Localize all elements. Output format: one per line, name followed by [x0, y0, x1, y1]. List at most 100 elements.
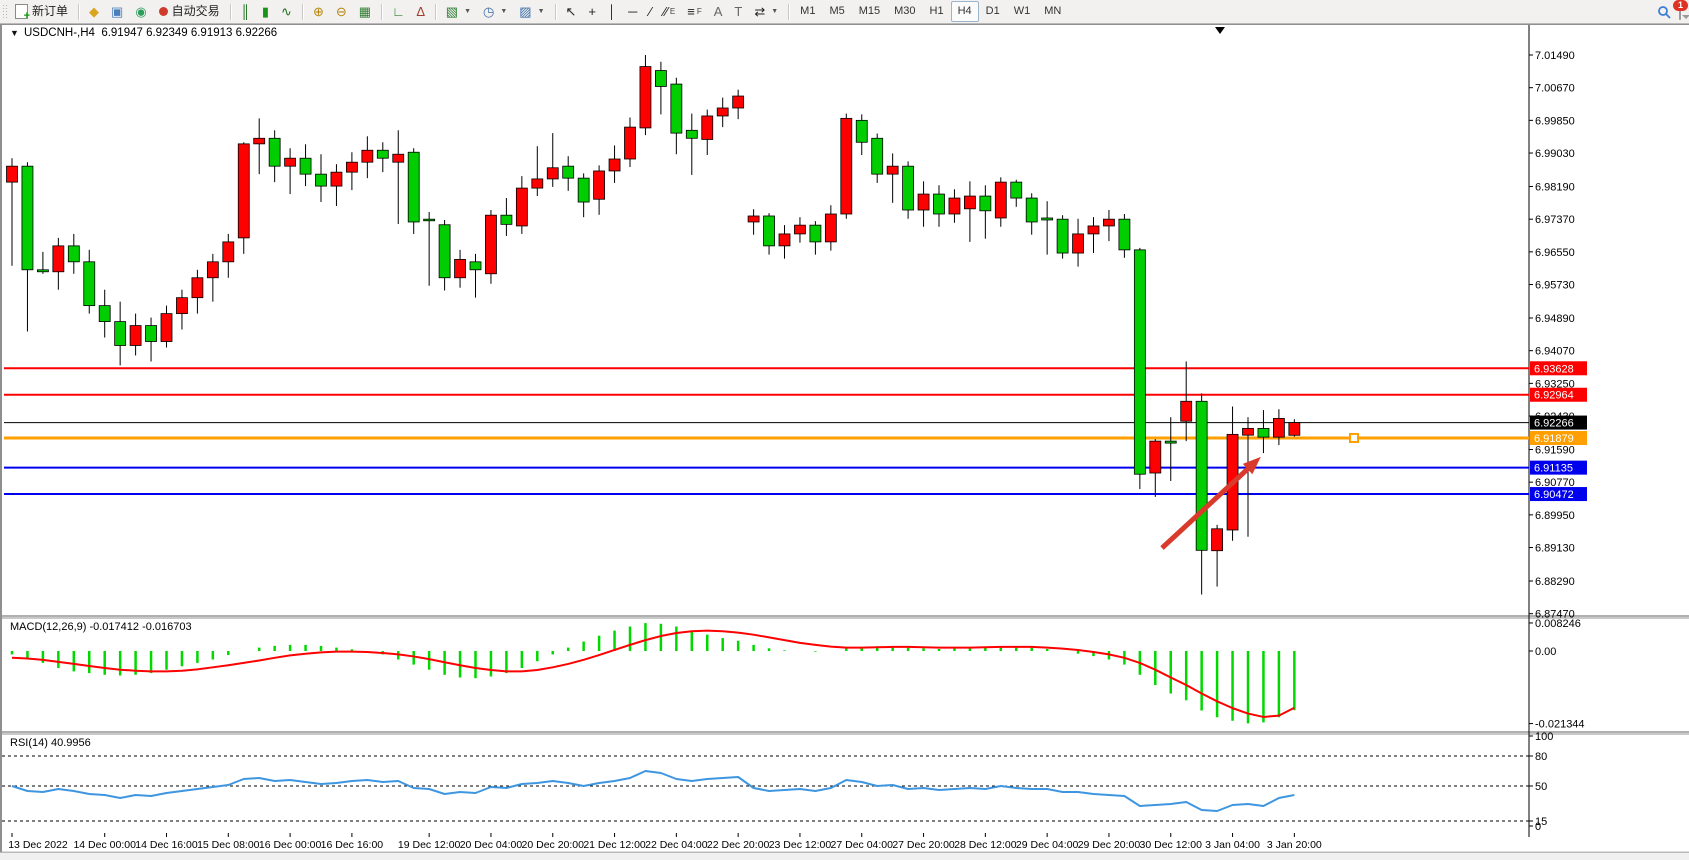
- timeframe-button-m15[interactable]: M15: [852, 1, 887, 22]
- toolbar-separator: [788, 4, 789, 20]
- periods-button[interactable]: ◷▼: [478, 1, 512, 22]
- toolbar-separator: [435, 4, 436, 20]
- timeframe-button-h1[interactable]: H1: [923, 1, 951, 22]
- candle-body: [316, 174, 327, 186]
- metaeditor-button[interactable]: ▣: [106, 1, 128, 22]
- templates-button[interactable]: ▨▼: [514, 1, 549, 22]
- candle-body: [161, 314, 172, 342]
- chevron-down-icon[interactable]: ▼: [500, 3, 507, 20]
- time-tick-label: 20 Dec 04:00: [460, 839, 523, 851]
- text-label-button[interactable]: T: [729, 1, 747, 22]
- timeframe-button-w1[interactable]: W1: [1007, 1, 1038, 22]
- candle-body: [856, 120, 867, 142]
- macd-axis-label: 0.008246: [1535, 618, 1581, 630]
- timeframe-button-d1[interactable]: D1: [979, 1, 1007, 22]
- chart-canvas[interactable]: 7.014907.006706.998506.990306.981906.973…: [2, 25, 1689, 853]
- candle-body: [655, 71, 666, 87]
- new-chart-button[interactable]: ▧▼: [441, 1, 476, 22]
- candle-body: [99, 306, 110, 322]
- zoom-out-button[interactable]: ⊖: [331, 1, 352, 22]
- horizontal-line-button[interactable]: ─: [623, 1, 642, 22]
- rsi-axis-label: 80: [1535, 751, 1547, 763]
- candle-body: [995, 182, 1006, 218]
- candle-body: [68, 246, 79, 262]
- price-tick-label: 7.01490: [1535, 50, 1575, 62]
- trendline-button[interactable]: ∕: [644, 1, 656, 22]
- toolbar-separator: [555, 4, 556, 20]
- candle-body: [779, 234, 790, 246]
- icon-sub-label: F: [697, 3, 702, 20]
- timeframe-button-mn[interactable]: MN: [1037, 1, 1068, 22]
- time-tick-label: 15 Dec 08:00: [197, 839, 260, 851]
- price-tick-label: 7.00670: [1535, 83, 1575, 95]
- chevron-down-icon[interactable]: ▼: [464, 3, 471, 20]
- candle-body: [1258, 428, 1269, 437]
- vertical-line-button[interactable]: │: [603, 1, 621, 22]
- cursor-button[interactable]: ↖: [561, 1, 582, 22]
- text-icon: A: [714, 5, 723, 18]
- chevron-down-icon[interactable]: ▼: [538, 3, 545, 20]
- level-line-handle[interactable]: [1350, 434, 1358, 442]
- indicator-windows-button[interactable]: ∆: [412, 1, 430, 22]
- chart-shift-marker[interactable]: [1215, 27, 1225, 34]
- time-tick-label: 27 Dec 20:00: [892, 839, 955, 851]
- new-order-button[interactable]: +新订单: [10, 1, 73, 22]
- rsi-axis-label: 50: [1535, 781, 1547, 793]
- signals-button[interactable]: ◉: [130, 1, 151, 22]
- candle-body: [578, 178, 589, 202]
- candlesticks: [7, 55, 1300, 595]
- candle-body: [176, 298, 187, 314]
- search-icon[interactable]: [1657, 5, 1671, 19]
- candle-body: [238, 144, 249, 238]
- chevron-down-icon[interactable]: ▼: [771, 3, 778, 20]
- timeframe-button-m5[interactable]: M5: [822, 1, 851, 22]
- timeframe-button-h4[interactable]: H4: [951, 1, 979, 22]
- level-lines: [4, 368, 1529, 494]
- candle-body: [346, 162, 357, 172]
- macd-signal-line: [12, 631, 1294, 717]
- arrows-button[interactable]: ⇄▼: [749, 1, 783, 22]
- candle-body: [377, 150, 388, 158]
- candle-body: [470, 262, 481, 270]
- price-axis: 7.014907.006706.998506.990306.981906.973…: [1529, 50, 1587, 621]
- tile-windows-button[interactable]: ▦: [354, 1, 376, 22]
- time-tick-label: 30 Dec 12:00: [1140, 839, 1203, 851]
- timeframe-button-m1[interactable]: M1: [793, 1, 822, 22]
- gold-gem-icon: ◆: [89, 5, 99, 18]
- chart-window[interactable]: 7.014907.006706.998506.990306.981906.973…: [0, 24, 1689, 853]
- bar-chart-button[interactable]: ║: [236, 1, 255, 22]
- notifications-icon[interactable]: 1: [1679, 5, 1681, 19]
- toolbar-drag-handle[interactable]: [2, 4, 7, 20]
- price-tag-label: 6.90472: [1534, 489, 1574, 501]
- autotrading-button[interactable]: 自动交易: [154, 1, 225, 22]
- candlestick-chart-button[interactable]: ▮: [257, 1, 274, 22]
- crosshair-button[interactable]: +: [583, 1, 601, 22]
- fibonacci-button[interactable]: ≡F: [682, 1, 706, 22]
- tile-windows-icon: ▦: [359, 5, 371, 18]
- candle-body: [455, 259, 466, 277]
- template-icon: ▨: [519, 5, 531, 18]
- price-tick-label: 6.94070: [1535, 346, 1575, 358]
- candle-body: [22, 166, 33, 270]
- notification-badge: 1: [1673, 0, 1688, 11]
- price-tick-label: 6.98190: [1535, 182, 1575, 194]
- timeframe-button-m30[interactable]: M30: [887, 1, 922, 22]
- ohlc-values: 6.91947 6.92349 6.91913 6.92266: [101, 27, 277, 39]
- time-tick-label: 29 Dec 04:00: [1016, 839, 1079, 851]
- history-center-button[interactable]: ◆: [84, 1, 104, 22]
- new-order-icon: +: [15, 4, 28, 19]
- macd-panel: 0.0082460.00-0.021344: [12, 618, 1585, 731]
- candle-body: [393, 154, 404, 162]
- candle-body: [794, 225, 805, 234]
- vertical-line-icon: │: [608, 5, 616, 18]
- one-click-trading-toggle[interactable]: ▼: [10, 28, 19, 38]
- zoom-in-button[interactable]: ⊕: [308, 1, 329, 22]
- line-chart-button[interactable]: ∿: [276, 1, 297, 22]
- price-tick-label: 6.99030: [1535, 148, 1575, 160]
- toolbar-separator: [302, 4, 303, 20]
- text-button[interactable]: A: [709, 1, 728, 22]
- indicators-button[interactable]: ∟: [387, 1, 410, 22]
- candle-body: [1165, 441, 1176, 443]
- channel-button[interactable]: ∕∕E: [659, 1, 681, 22]
- candle-body: [1073, 234, 1084, 253]
